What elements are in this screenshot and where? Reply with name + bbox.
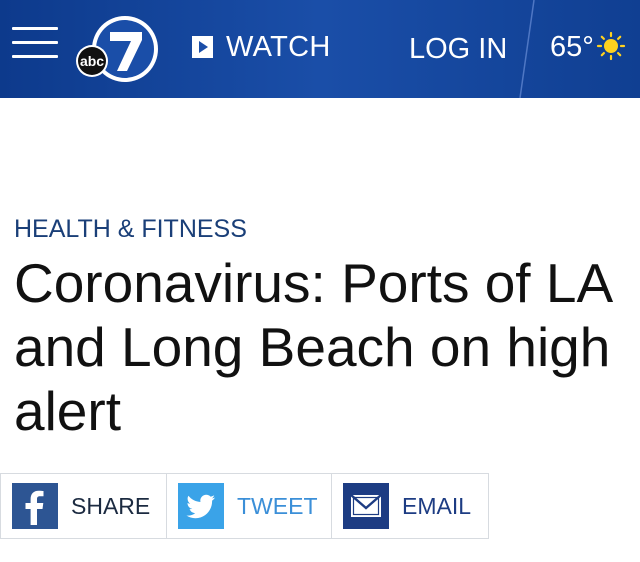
facebook-share-label: SHARE — [71, 492, 151, 519]
hamburger-menu-icon[interactable] — [12, 27, 58, 59]
watch-link[interactable]: WATCH — [192, 30, 331, 64]
facebook-icon — [12, 483, 58, 529]
watch-label: WATCH — [226, 31, 331, 63]
logo-text: abc — [80, 53, 104, 69]
twitter-share-button[interactable]: TWEET — [166, 473, 332, 539]
twitter-share-label: TWEET — [237, 492, 318, 519]
article-title: Coronavirus: Ports of LA and Long Beach … — [14, 252, 611, 442]
site-header: abc WATCH LOG IN 65° — [0, 0, 640, 98]
abc7-logo[interactable]: abc — [72, 14, 162, 84]
temperature: 65° — [550, 31, 594, 63]
weather-widget[interactable]: 65° — [550, 30, 626, 64]
email-share-button[interactable]: EMAIL — [331, 473, 489, 539]
article-category[interactable]: HEALTH & FITNESS — [14, 214, 247, 244]
play-icon — [192, 36, 213, 58]
sun-icon — [596, 31, 625, 61]
envelope-icon — [343, 483, 389, 529]
share-bar: SHARE TWEET EMAIL — [0, 473, 489, 541]
header-divider — [519, 0, 535, 98]
facebook-share-button[interactable]: SHARE — [0, 473, 167, 539]
email-share-label: EMAIL — [402, 492, 472, 519]
login-link[interactable]: LOG IN — [409, 32, 507, 66]
twitter-bird-icon — [178, 483, 224, 529]
